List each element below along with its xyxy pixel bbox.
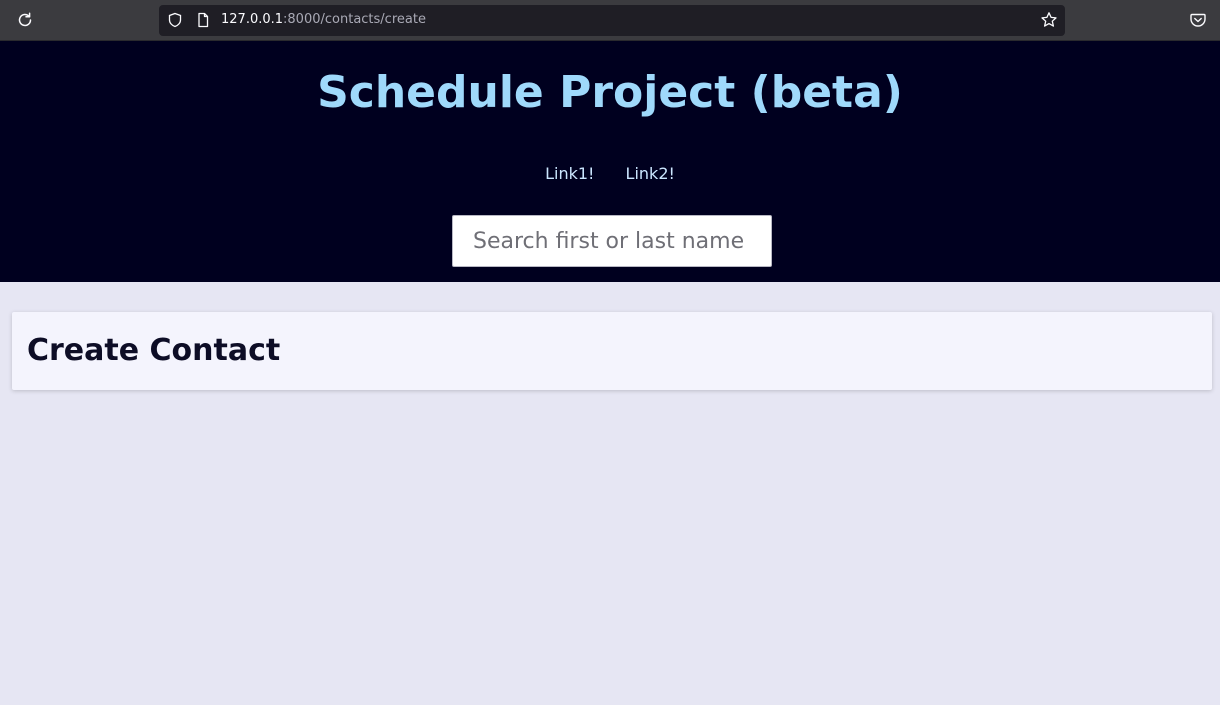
nav-link-2[interactable]: Link2!: [626, 164, 675, 183]
shield-icon[interactable]: [167, 12, 183, 28]
search-input[interactable]: [452, 215, 772, 267]
url-text[interactable]: 127.0.0.1:8000/contacts/create: [221, 12, 426, 27]
pocket-icon[interactable]: [1189, 11, 1207, 29]
page-icon: [195, 12, 211, 28]
site-header: Schedule Project (beta) Link1! Link2!: [0, 41, 1220, 282]
url-path: :8000/contacts/create: [283, 12, 426, 27]
star-icon[interactable]: [1040, 11, 1058, 29]
content-card: Create Contact: [12, 312, 1212, 390]
nav-links: Link1! Link2!: [0, 164, 1220, 183]
site-title: Schedule Project (beta): [317, 67, 903, 118]
page-title: Create Contact: [27, 333, 281, 368]
url-host: 127.0.0.1: [221, 12, 284, 27]
nav-link-1[interactable]: Link1!: [545, 164, 594, 183]
reload-icon[interactable]: [14, 9, 36, 31]
address-bar[interactable]: 127.0.0.1:8000/contacts/create: [159, 5, 1065, 36]
browser-toolbar: 127.0.0.1:8000/contacts/create: [0, 0, 1220, 41]
